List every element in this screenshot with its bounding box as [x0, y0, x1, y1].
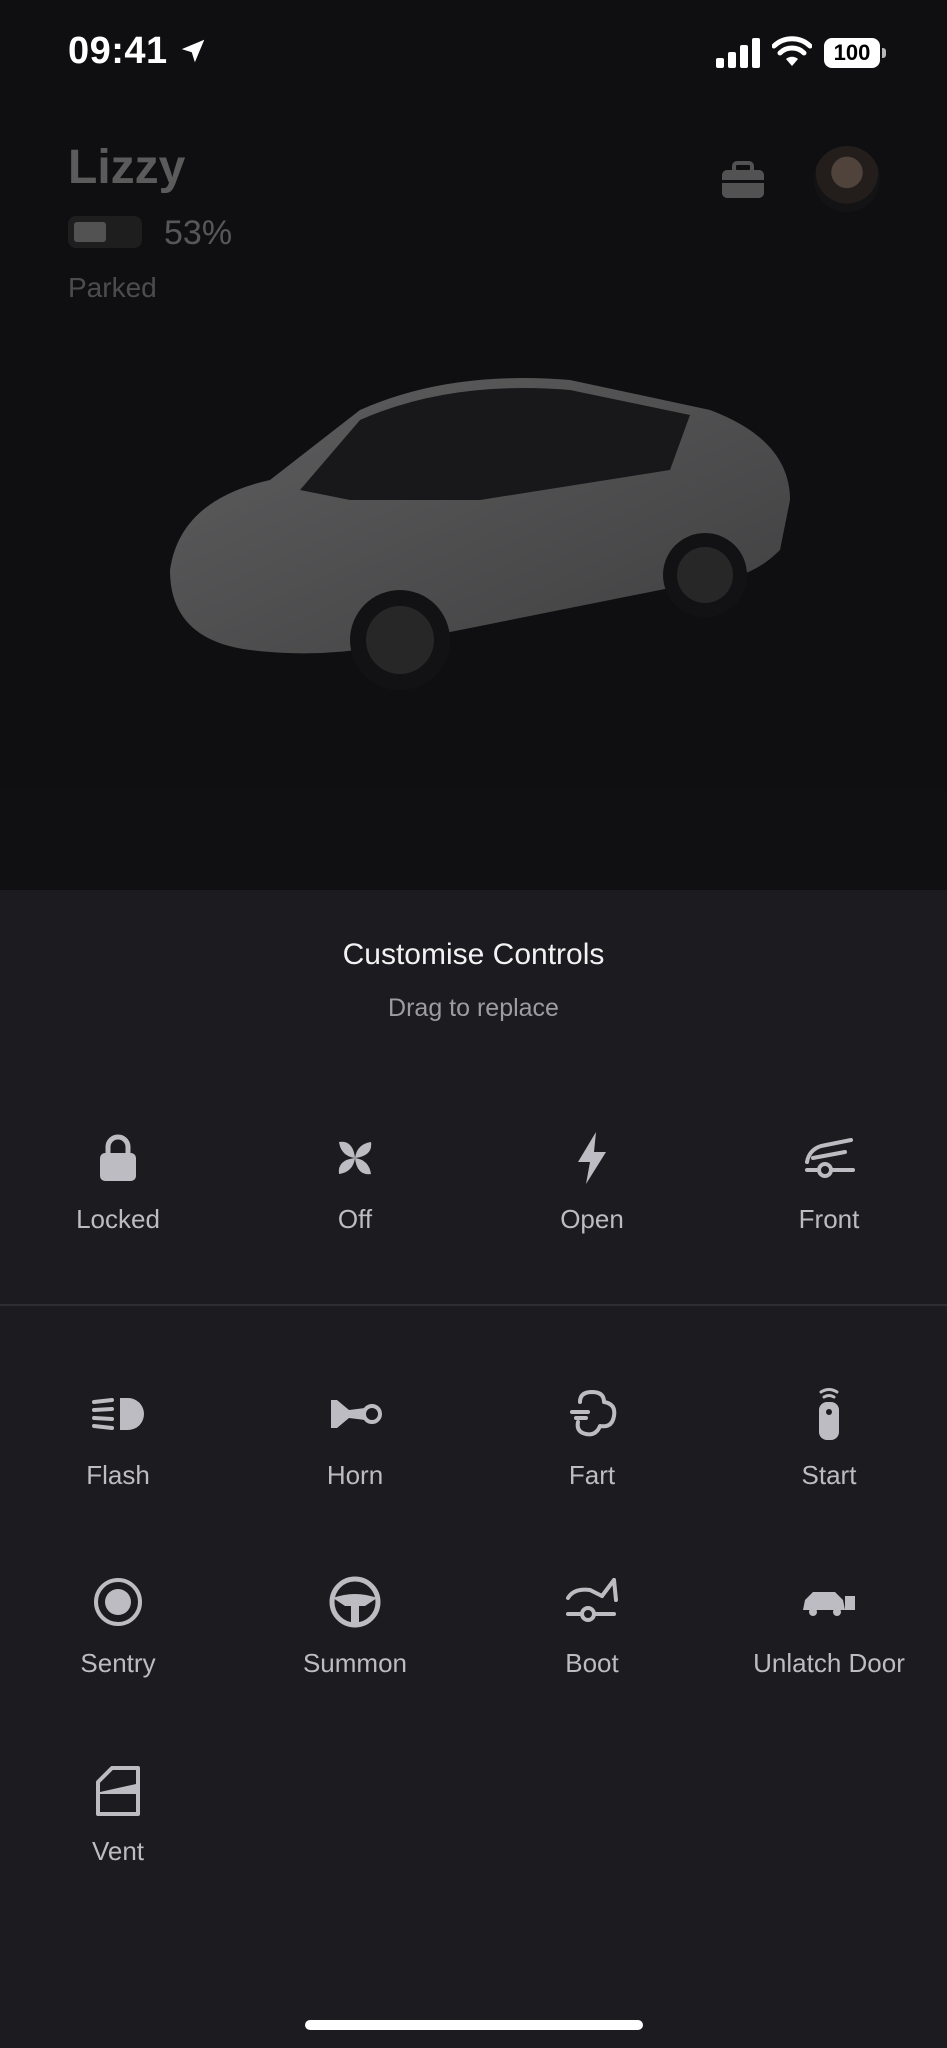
- car-image: [170, 378, 790, 690]
- control-sentry[interactable]: Sentry: [0, 1572, 236, 1732]
- location-arrow-icon: [181, 39, 205, 63]
- control-label: Summon: [302, 1648, 408, 1678]
- frunk-icon: [805, 1138, 855, 1178]
- control-unlatch-door[interactable]: Unlatch Door: [711, 1572, 947, 1732]
- car-door-icon: [803, 1592, 855, 1616]
- vehicle-name: Lizzy: [68, 141, 186, 194]
- control-label: Front: [798, 1204, 860, 1234]
- cellular-signal-icon: [716, 38, 760, 68]
- control-label: Horn: [326, 1460, 384, 1490]
- control-label: Vent: [91, 1836, 145, 1866]
- control-locked[interactable]: Locked: [0, 1128, 236, 1288]
- control-label: Locked: [76, 1204, 160, 1234]
- control-flash[interactable]: Flash: [0, 1384, 236, 1544]
- toolbox-icon[interactable]: [720, 160, 766, 200]
- battery-level-text: 100: [824, 38, 880, 68]
- control-label: Unlatch Door: [753, 1648, 905, 1678]
- control-climate-off[interactable]: Off: [237, 1128, 473, 1288]
- control-horn[interactable]: Horn: [237, 1384, 473, 1544]
- control-label: Off: [337, 1204, 373, 1234]
- control-label: Fart: [568, 1460, 616, 1490]
- background-strip: [0, 790, 947, 900]
- status-time: 09:41: [68, 30, 168, 72]
- window-vent-icon: [96, 1766, 140, 1816]
- vehicle-state: Parked: [68, 272, 157, 303]
- vehicle-battery-percent: 53%: [164, 214, 233, 252]
- vehicle-overview-background: Lizzy 53% Parked: [0, 110, 947, 900]
- control-boot[interactable]: Boot: [474, 1572, 710, 1732]
- control-label: Open: [560, 1204, 624, 1234]
- sheet-subtitle: Drag to replace: [388, 994, 559, 1022]
- fart-icon: [570, 1390, 617, 1437]
- horn-icon: [331, 1400, 382, 1428]
- fan-icon: [338, 1141, 372, 1175]
- control-label: Sentry: [80, 1648, 156, 1678]
- control-charge-port[interactable]: Open: [474, 1128, 710, 1288]
- trunk-icon: [566, 1578, 618, 1622]
- control-label: Boot: [565, 1648, 619, 1678]
- control-summon[interactable]: Summon: [237, 1572, 473, 1732]
- key-fob-icon: [819, 1388, 839, 1440]
- wifi-icon: [772, 36, 812, 66]
- battery-nub: [882, 48, 886, 58]
- sheet-title: Customise Controls: [342, 938, 605, 971]
- section-divider: [0, 1304, 947, 1306]
- status-bar: 09:41 100: [0, 0, 947, 110]
- lightning-icon: [578, 1132, 606, 1184]
- steering-wheel-icon: [329, 1576, 381, 1628]
- control-label: Start: [801, 1460, 857, 1490]
- headlight-icon: [92, 1398, 144, 1430]
- control-frunk[interactable]: Front: [711, 1128, 947, 1288]
- control-vent[interactable]: Vent: [0, 1760, 236, 1920]
- control-label: Flash: [86, 1460, 150, 1490]
- customise-controls-sheet: Customise Controls Drag to replace Locke…: [0, 890, 947, 2048]
- home-indicator[interactable]: [305, 2020, 643, 2030]
- battery-indicator: 100: [824, 38, 888, 68]
- control-fart[interactable]: Fart: [474, 1384, 710, 1544]
- vehicle-battery-icon: [68, 216, 142, 248]
- sentry-icon: [94, 1578, 142, 1626]
- lock-icon: [100, 1134, 136, 1181]
- avatar[interactable]: [814, 146, 880, 212]
- control-start[interactable]: Start: [711, 1384, 947, 1544]
